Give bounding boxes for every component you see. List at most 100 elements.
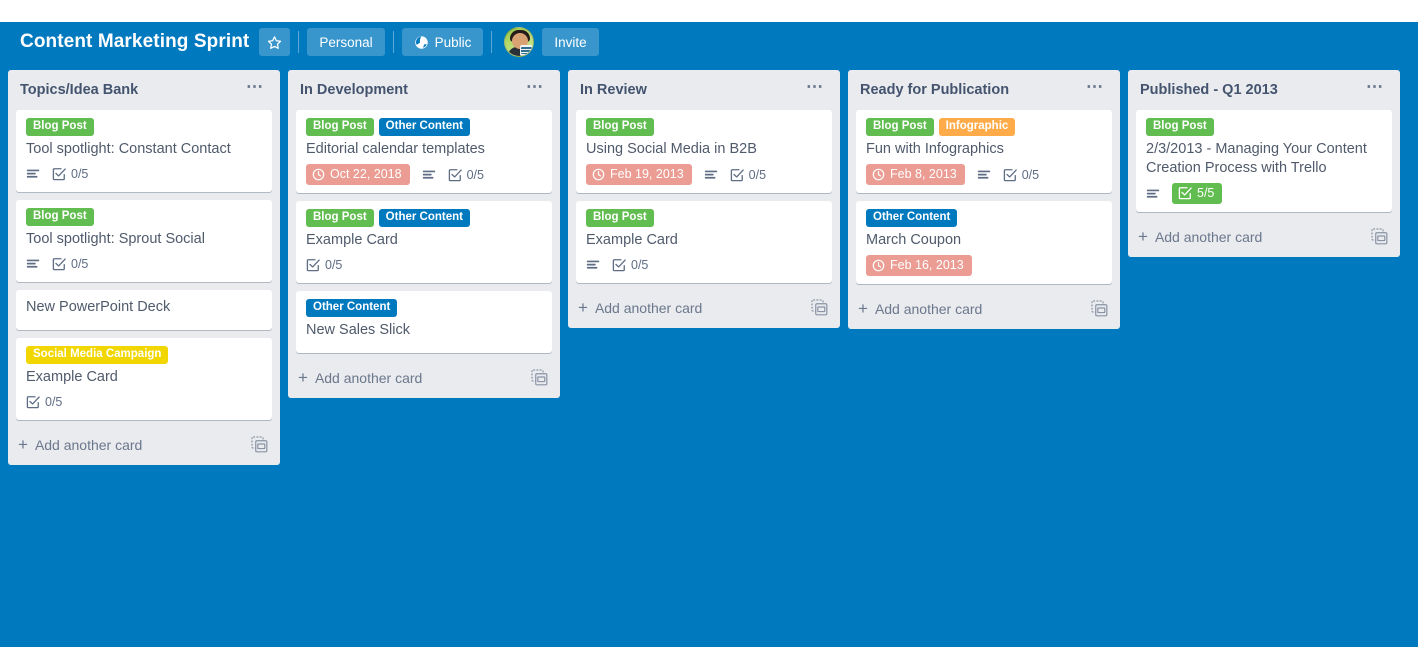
card-label[interactable]: Blog Post <box>866 118 934 136</box>
card-label[interactable]: Blog Post <box>26 208 94 226</box>
description-badge <box>586 258 600 272</box>
card[interactable]: Blog Post Infographic Fun with Infographic… <box>856 110 1112 193</box>
card-label[interactable]: Blog Post <box>306 209 374 227</box>
card-title: Tool spotlight: Sprout Social <box>26 231 205 247</box>
card-labels: Blog Post Other Content <box>306 209 544 227</box>
due-date-text: Feb 19, 2013 <box>610 167 684 181</box>
card-label[interactable]: Blog Post <box>586 209 654 227</box>
plus-icon: + <box>858 298 868 318</box>
list-title[interactable]: Published - Q1 2013 <box>1140 82 1278 98</box>
card-labels: Blog Post <box>586 209 824 227</box>
card[interactable]: Blog Post Example Card 0/5 <box>576 201 832 283</box>
list-menu-button[interactable]: ⋯ <box>240 78 270 100</box>
add-another-card-button[interactable]: + Add another card <box>8 428 280 463</box>
card-label[interactable]: Infographic <box>938 118 1016 136</box>
card[interactable]: Other Content March Coupon Feb 16, 2013 <box>856 201 1112 284</box>
add-another-card-button[interactable]: + Add another card <box>288 361 560 396</box>
due-date-text: Feb 16, 2013 <box>890 258 964 272</box>
card-template-icon[interactable] <box>531 369 548 386</box>
checklist-icon <box>448 168 462 182</box>
card-label[interactable]: Blog Post <box>26 118 94 136</box>
visibility-button[interactable]: Public <box>401 28 484 56</box>
add-another-card-button[interactable]: + Add another card <box>568 291 840 326</box>
card-title: Example Card <box>306 232 398 248</box>
card-badges: 5/5 <box>1146 183 1384 204</box>
list-title[interactable]: Topics/Idea Bank <box>20 82 138 98</box>
card-badges: Feb 8, 2013 0/5 <box>866 164 1104 185</box>
add-card-label: Add another card <box>594 299 703 316</box>
card[interactable]: Other Content New Sales Slick <box>296 291 552 353</box>
checklist-count: 0/5 <box>325 258 343 272</box>
star-board-button[interactable] <box>259 28 291 56</box>
card-badges: 0/5 <box>586 255 824 275</box>
card-labels: Blog Post <box>26 208 264 226</box>
card-title: Example Card <box>26 369 118 385</box>
card-template-icon[interactable] <box>811 299 828 316</box>
card-title: New Sales Slick <box>306 322 410 338</box>
card-template-icon[interactable] <box>251 436 268 453</box>
description-badge <box>1146 187 1160 201</box>
due-date-badge[interactable]: Oct 22, 2018 <box>306 164 410 185</box>
add-card-label: Add another card <box>1154 228 1263 245</box>
description-badge <box>977 168 991 182</box>
card-label[interactable]: Social Media Campaign <box>26 346 169 364</box>
card-label[interactable]: Blog Post <box>586 118 654 136</box>
list-menu-button[interactable]: ⋯ <box>1080 78 1110 100</box>
due-date-badge[interactable]: Feb 16, 2013 <box>866 255 972 276</box>
card-list: Blog Post Using Social Media in B2B Feb 19… <box>568 110 840 291</box>
checklist-count: 0/5 <box>45 395 63 409</box>
add-another-card-button[interactable]: + Add another card <box>1128 220 1400 255</box>
list: Published - Q1 2013 ⋯ Blog Post 2/3/2013 - … <box>1128 70 1400 257</box>
card[interactable]: New PowerPoint Deck <box>16 290 272 330</box>
card[interactable]: Social Media Campaign Example Card 0/5 <box>16 338 272 420</box>
card-title: Using Social Media in B2B <box>586 141 757 157</box>
description-icon <box>26 257 40 271</box>
card[interactable]: Blog Post Other Content Example Card 0/5 <box>296 201 552 283</box>
checklist-badge: 0/5 <box>52 167 88 181</box>
add-card-label: Add another card <box>34 436 143 453</box>
avatar[interactable] <box>504 27 535 57</box>
clock-icon <box>592 168 605 181</box>
card[interactable]: Blog Post Other Content Editorial calendar… <box>296 110 552 193</box>
list-menu-button[interactable]: ⋯ <box>800 78 830 100</box>
list-title[interactable]: Ready for Publication <box>860 82 1009 98</box>
card[interactable]: Blog Post Using Social Media in B2B Feb 19… <box>576 110 832 193</box>
card-title: Fun with Infographics <box>866 141 1004 157</box>
card-badges: 0/5 <box>26 164 264 184</box>
checklist-count: 0/5 <box>71 167 89 181</box>
card[interactable]: Blog Post 2/3/2013 - Managing Your Conten… <box>1136 110 1392 212</box>
checklist-badge: 5/5 <box>1172 183 1223 204</box>
card[interactable]: Blog Post Tool spotlight: Sprout Social 0/… <box>16 200 272 282</box>
checklist-badge: 0/5 <box>52 257 88 271</box>
checklist-icon <box>730 168 744 182</box>
card-template-icon[interactable] <box>1371 228 1388 245</box>
checklist-icon <box>612 258 626 272</box>
list-title[interactable]: In Review <box>580 82 647 98</box>
invite-label: Invite <box>554 34 587 50</box>
card-template-icon[interactable] <box>1091 300 1108 317</box>
card-label[interactable]: Other Content <box>866 209 958 227</box>
list-title[interactable]: In Development <box>300 82 408 98</box>
checklist-badge: 0/5 <box>448 168 484 182</box>
checklist-count: 0/5 <box>71 257 89 271</box>
card-label[interactable]: Blog Post <box>1146 118 1214 136</box>
card-list: Blog Post 2/3/2013 - Managing Your Conten… <box>1128 110 1400 220</box>
card-label[interactable]: Other Content <box>306 299 398 317</box>
list-menu-button[interactable]: ⋯ <box>520 78 550 100</box>
checklist-badge: 0/5 <box>306 258 342 272</box>
invite-button[interactable]: Invite <box>542 28 599 56</box>
list-header: Ready for Publication ⋯ <box>848 70 1120 110</box>
card-label[interactable]: Other Content <box>378 209 470 227</box>
due-date-badge[interactable]: Feb 19, 2013 <box>586 164 692 185</box>
due-date-badge[interactable]: Feb 8, 2013 <box>866 164 965 185</box>
card-label[interactable]: Blog Post <box>306 118 374 136</box>
plus-icon: + <box>578 297 588 317</box>
list-menu-button[interactable]: ⋯ <box>1360 78 1390 100</box>
checklist-count: 0/5 <box>748 167 767 182</box>
description-icon <box>26 167 40 181</box>
card-label[interactable]: Other Content <box>378 118 470 136</box>
add-another-card-button[interactable]: + Add another card <box>848 292 1120 327</box>
card[interactable]: Blog Post Tool spotlight: Constant Contac… <box>16 110 272 192</box>
team-button[interactable]: Personal <box>307 28 385 56</box>
add-card-label: Add another card <box>314 369 423 386</box>
